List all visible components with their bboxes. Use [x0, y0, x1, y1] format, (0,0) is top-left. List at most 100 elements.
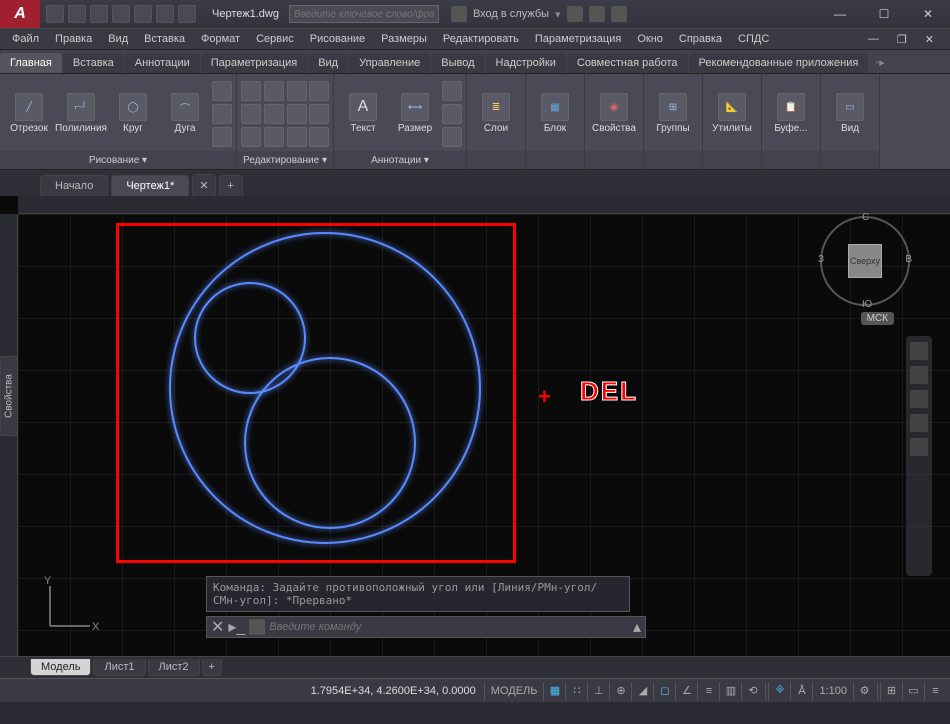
tab-addins[interactable]: Надстройки [486, 53, 566, 73]
menu-dimension[interactable]: Размеры [373, 33, 435, 45]
layout-tab-new[interactable]: + [202, 659, 222, 676]
status-lweight-icon[interactable]: ≡ [697, 682, 719, 700]
nav-wheel-icon[interactable] [910, 342, 928, 360]
user-icon[interactable] [451, 6, 467, 22]
status-otrack-icon[interactable]: ∠ [675, 682, 697, 700]
layout-tab-sheet1[interactable]: Лист1 [93, 659, 145, 676]
status-clean-icon[interactable]: ▭ [902, 682, 924, 700]
app-exchange-icon[interactable] [567, 6, 583, 22]
status-polar-icon[interactable]: ⊕ [609, 682, 631, 700]
mtext-icon[interactable] [442, 127, 462, 147]
status-iso-icon[interactable]: ◢ [631, 682, 653, 700]
drawing-tab-close-icon[interactable]: ✕ [192, 174, 215, 196]
close-button[interactable]: ✕ [906, 0, 950, 28]
status-annovisible-icon[interactable]: Å [790, 682, 812, 700]
mdi-restore[interactable]: ❐ [889, 33, 915, 46]
status-coords[interactable]: 1.7954E+34, 4.2600E+34, 0.0000 [303, 685, 484, 697]
tab-home[interactable]: Главная [0, 53, 62, 73]
menu-modify[interactable]: Редактировать [435, 33, 527, 45]
menu-parametric[interactable]: Параметризация [527, 33, 629, 45]
drawing-tab-new[interactable]: + [219, 175, 243, 196]
command-input[interactable] [269, 621, 629, 633]
arc-button[interactable]: ⌒Дуга [160, 79, 210, 149]
table-icon[interactable] [442, 104, 462, 124]
help-search-input[interactable] [289, 5, 439, 23]
drawing-canvas[interactable]: Свойства + DEL Сверху С В Ю З МСК X Y Ко… [0, 196, 950, 656]
layers-button[interactable]: ≣Слои [471, 79, 521, 149]
status-transparency-icon[interactable]: ▥ [719, 682, 741, 700]
qat-undo-icon[interactable] [156, 5, 174, 23]
drawing-tab-active[interactable]: Чертеж1* [111, 175, 189, 196]
trim-icon[interactable] [287, 81, 307, 101]
nav-pan-icon[interactable] [910, 366, 928, 384]
status-osnap-icon[interactable]: ◻ [653, 682, 675, 700]
nav-orbit-icon[interactable] [910, 414, 928, 432]
move-icon[interactable] [241, 81, 261, 101]
menu-view[interactable]: Вид [100, 33, 136, 45]
tab-manage[interactable]: Управление [349, 53, 430, 73]
clipboard-button[interactable]: 📋Буфе... [766, 79, 816, 149]
block-button[interactable]: ▦Блок [530, 79, 580, 149]
status-gear-icon[interactable]: ⚙ [853, 682, 875, 700]
menu-file[interactable]: Файл [4, 33, 47, 45]
utilities-button[interactable]: 📐Утилиты [707, 79, 757, 149]
tab-output[interactable]: Вывод [431, 53, 484, 73]
qat-redo-icon[interactable] [178, 5, 196, 23]
mirror-icon[interactable] [264, 104, 284, 124]
panel-modify-title[interactable]: Редактирование ▾ [237, 151, 333, 169]
status-snap-icon[interactable]: ∷ [565, 682, 587, 700]
menu-format[interactable]: Формат [193, 33, 248, 45]
polyline-button[interactable]: ⌐┘Полилиния [56, 79, 106, 149]
copy-icon[interactable] [241, 104, 261, 124]
properties-button[interactable]: ◉Свойства [589, 79, 639, 149]
line-button[interactable]: ╱Отрезок [4, 79, 54, 149]
tab-parametric[interactable]: Параметризация [201, 53, 307, 73]
help-icon[interactable] [611, 6, 627, 22]
properties-palette-tab[interactable]: Свойства [0, 356, 18, 436]
cmd-settings-icon[interactable] [249, 619, 265, 635]
status-workspace-icon[interactable]: ⊞ [880, 682, 902, 700]
status-grid-icon[interactable]: ▦ [543, 682, 565, 700]
panel-annot-title[interactable]: Аннотации ▾ [334, 151, 466, 169]
menu-draw[interactable]: Рисование [302, 33, 373, 45]
rect-icon[interactable] [212, 81, 232, 101]
erase-icon[interactable] [309, 81, 329, 101]
menu-tools[interactable]: Сервис [248, 33, 302, 45]
menu-help[interactable]: Справка [671, 33, 730, 45]
app-logo[interactable]: A [0, 0, 40, 28]
cmd-expand-icon[interactable]: ▴ [633, 617, 641, 637]
mdi-close[interactable]: ✕ [917, 33, 942, 46]
status-model[interactable]: МОДЕЛЬ [484, 682, 544, 700]
ellipse-icon[interactable] [212, 127, 232, 147]
hatch-icon[interactable] [212, 104, 232, 124]
tab-collab[interactable]: Совместная работа [567, 53, 688, 73]
wcs-label[interactable]: МСК [861, 312, 894, 325]
panel-draw-title[interactable]: Рисование ▾ [0, 151, 236, 169]
fillet-icon[interactable] [287, 104, 307, 124]
leader-icon[interactable] [442, 81, 462, 101]
tab-view[interactable]: Вид [308, 53, 348, 73]
drawing-tab-start[interactable]: Начало [40, 175, 108, 196]
viewcube[interactable]: Сверху С В Ю З [820, 216, 910, 306]
array-icon[interactable] [287, 127, 307, 147]
text-button[interactable]: AТекст [338, 79, 388, 149]
sign-in-link[interactable]: Вход в службы [473, 8, 549, 20]
tab-annotate[interactable]: Аннотации [125, 53, 200, 73]
a360-icon[interactable] [589, 6, 605, 22]
command-line[interactable]: ✕ ▸_ ▴ [206, 616, 646, 638]
status-annoscale-icon[interactable]: 🞜 [768, 682, 790, 700]
groups-button[interactable]: ⊞Группы [648, 79, 698, 149]
qat-new-icon[interactable] [46, 5, 64, 23]
status-cycling-icon[interactable]: ⟲ [741, 682, 763, 700]
explode-icon[interactable] [309, 104, 329, 124]
tab-featured[interactable]: Рекомендованные приложения [689, 53, 869, 73]
status-scale[interactable]: 1:100 [812, 682, 853, 700]
nav-showmotion-icon[interactable] [910, 438, 928, 456]
menu-spds[interactable]: СПДС [730, 33, 777, 45]
dimension-button[interactable]: ⟷Размер [390, 79, 440, 149]
maximize-button[interactable]: ☐ [862, 0, 906, 28]
layout-tab-model[interactable]: Модель [30, 659, 91, 676]
offset-icon[interactable] [309, 127, 329, 147]
minimize-button[interactable]: — [818, 0, 862, 28]
nav-zoom-icon[interactable] [910, 390, 928, 408]
